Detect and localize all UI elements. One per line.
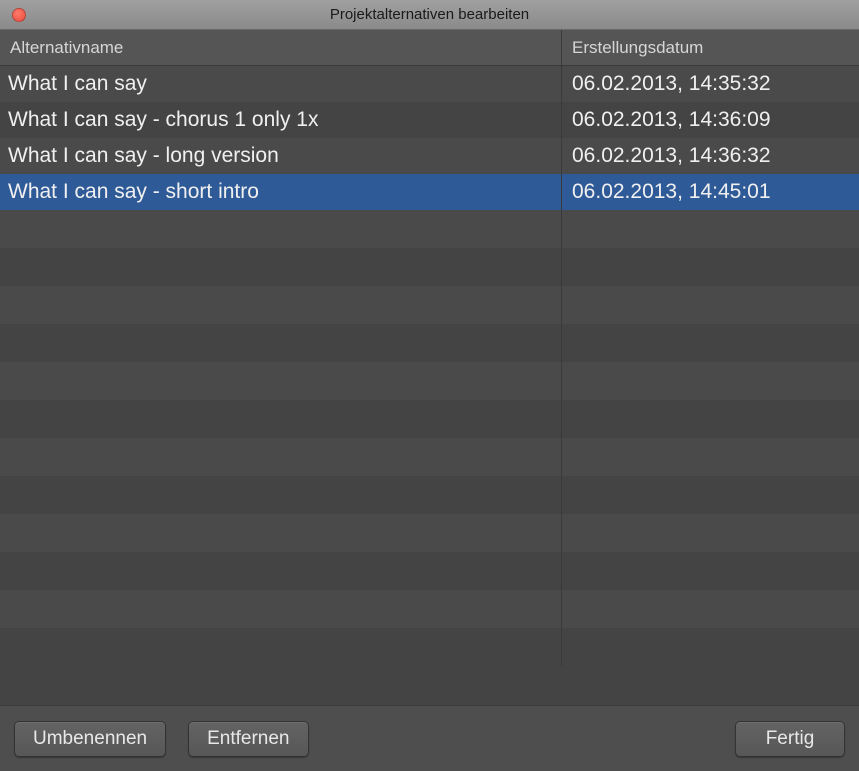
table-row-empty [0, 286, 859, 324]
table-row-empty [0, 362, 859, 400]
rename-button[interactable]: Umbenennen [14, 721, 166, 757]
table-row-empty [0, 438, 859, 476]
table-row-empty [0, 590, 859, 628]
table-row-empty [0, 628, 859, 666]
cell-name: What I can say - short intro [0, 174, 562, 210]
column-header-date[interactable]: Erstellungsdatum [562, 30, 859, 65]
cell-name: What I can say - chorus 1 only 1x [0, 102, 562, 138]
table-row-empty [0, 210, 859, 248]
table-row-empty [0, 514, 859, 552]
table-row-empty [0, 400, 859, 438]
window-title: Projektalternativen bearbeiten [0, 6, 859, 23]
table-body: What I can say06.02.2013, 14:35:32What I… [0, 66, 859, 705]
table-row[interactable]: What I can say06.02.2013, 14:35:32 [0, 66, 859, 102]
cell-date: 06.02.2013, 14:35:32 [562, 66, 859, 102]
table-header: Alternativname Erstellungsdatum [0, 30, 859, 66]
remove-button[interactable]: Entfernen [188, 721, 308, 757]
footer: Umbenennen Entfernen Fertig [0, 705, 859, 771]
table-row-empty [0, 248, 859, 286]
table-row-empty [0, 476, 859, 514]
table-row-empty [0, 324, 859, 362]
table-row-empty [0, 552, 859, 590]
table-row[interactable]: What I can say - short intro06.02.2013, … [0, 174, 859, 210]
done-button[interactable]: Fertig [735, 721, 845, 757]
cell-name: What I can say [0, 66, 562, 102]
cell-date: 06.02.2013, 14:36:09 [562, 102, 859, 138]
titlebar: Projektalternativen bearbeiten [0, 0, 859, 30]
cell-date: 06.02.2013, 14:36:32 [562, 138, 859, 174]
column-header-name[interactable]: Alternativname [0, 30, 562, 65]
cell-name: What I can say - long version [0, 138, 562, 174]
table-row[interactable]: What I can say - chorus 1 only 1x06.02.2… [0, 102, 859, 138]
close-icon[interactable] [12, 8, 26, 22]
cell-date: 06.02.2013, 14:45:01 [562, 174, 859, 210]
table-row[interactable]: What I can say - long version06.02.2013,… [0, 138, 859, 174]
